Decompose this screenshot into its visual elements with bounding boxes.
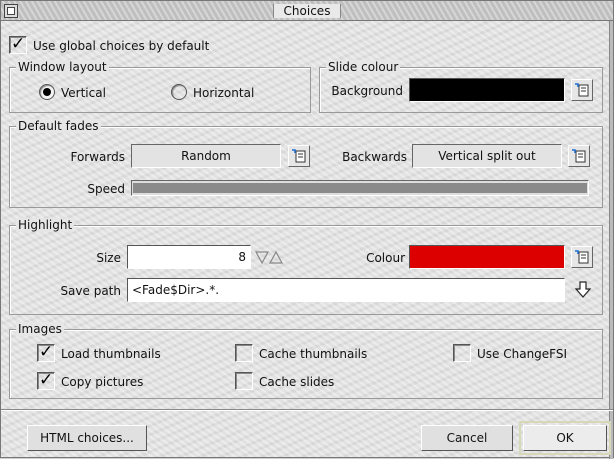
colour-label: Colour	[366, 251, 405, 265]
backwards-label: Backwards	[342, 150, 407, 164]
load-thumbnails-checkbox[interactable]: ✓	[37, 342, 55, 362]
title-bar[interactable]: Choices	[1, 1, 613, 21]
load-thumbnails-label: Load thumbnails	[61, 347, 161, 361]
use-changefsi-checkbox[interactable]	[453, 344, 471, 362]
background-label: Background	[331, 84, 403, 98]
menu-icon	[292, 149, 306, 163]
speed-slider-fill	[133, 183, 587, 193]
backwards-menu-button[interactable]	[568, 145, 590, 167]
cache-slides-label: Cache slides	[259, 375, 335, 389]
copy-pictures-checkbox[interactable]: ✓	[37, 370, 55, 390]
default-fades-title: Default fades	[16, 119, 101, 133]
size-label: Size	[96, 251, 121, 265]
highlight-colour-menu-button[interactable]	[571, 246, 593, 268]
use-changefsi-label: Use ChangeFSI	[477, 347, 568, 361]
size-input[interactable]: 8	[127, 245, 251, 269]
highlight-title: Highlight	[16, 218, 75, 232]
radio-vertical-label: Vertical	[61, 86, 106, 100]
forwards-menu-button[interactable]	[288, 145, 310, 167]
forwards-label: Forwards	[70, 150, 125, 164]
radio-horizontal[interactable]	[171, 84, 187, 100]
choices-window: Choices ✓ Use global choices by default …	[0, 0, 614, 459]
save-path-label: Save path	[60, 284, 121, 298]
backwards-display: Vertical split out	[412, 144, 562, 168]
cache-thumbnails-label: Cache thumbnails	[259, 347, 368, 361]
window-title: Choices	[272, 4, 342, 18]
menu-icon	[575, 250, 589, 264]
back-icon[interactable]	[4, 4, 18, 18]
down-arrow-icon[interactable]	[575, 281, 591, 299]
cache-thumbnails-checkbox[interactable]	[235, 344, 253, 362]
html-choices-button[interactable]: HTML choices...	[27, 425, 147, 451]
global-label: Use global choices by default	[33, 39, 210, 53]
background-menu-button[interactable]	[571, 79, 593, 101]
tick-icon: ✓	[39, 370, 54, 390]
window-edge	[609, 21, 613, 459]
window-layout-title: Window layout	[16, 60, 109, 74]
images-title: Images	[16, 322, 64, 336]
copy-pictures-label: Copy pictures	[61, 375, 144, 389]
slide-colour-title: Slide colour	[326, 60, 401, 74]
speed-label: Speed	[87, 182, 125, 196]
speed-slider[interactable]	[131, 180, 589, 196]
background-colour-swatch[interactable]	[409, 78, 565, 102]
spin-arrows-icon[interactable]	[255, 248, 285, 266]
radio-vertical[interactable]	[39, 84, 55, 100]
tick-icon: ✓	[39, 342, 54, 362]
save-path-input[interactable]: <Fade$Dir>.*.	[127, 278, 565, 302]
cache-slides-checkbox[interactable]	[235, 372, 253, 390]
radio-dot	[43, 88, 51, 96]
menu-icon	[572, 149, 586, 163]
forwards-display: Random	[131, 144, 281, 168]
highlight-colour-swatch[interactable]	[409, 245, 565, 269]
cancel-button[interactable]: Cancel	[421, 425, 513, 451]
button-separator	[1, 409, 613, 411]
tick-icon: ✓	[11, 34, 26, 54]
ok-button[interactable]: OK	[519, 421, 611, 455]
menu-icon	[575, 83, 589, 97]
global-checkbox[interactable]: ✓	[9, 34, 27, 54]
radio-horizontal-label: Horizontal	[193, 86, 255, 100]
